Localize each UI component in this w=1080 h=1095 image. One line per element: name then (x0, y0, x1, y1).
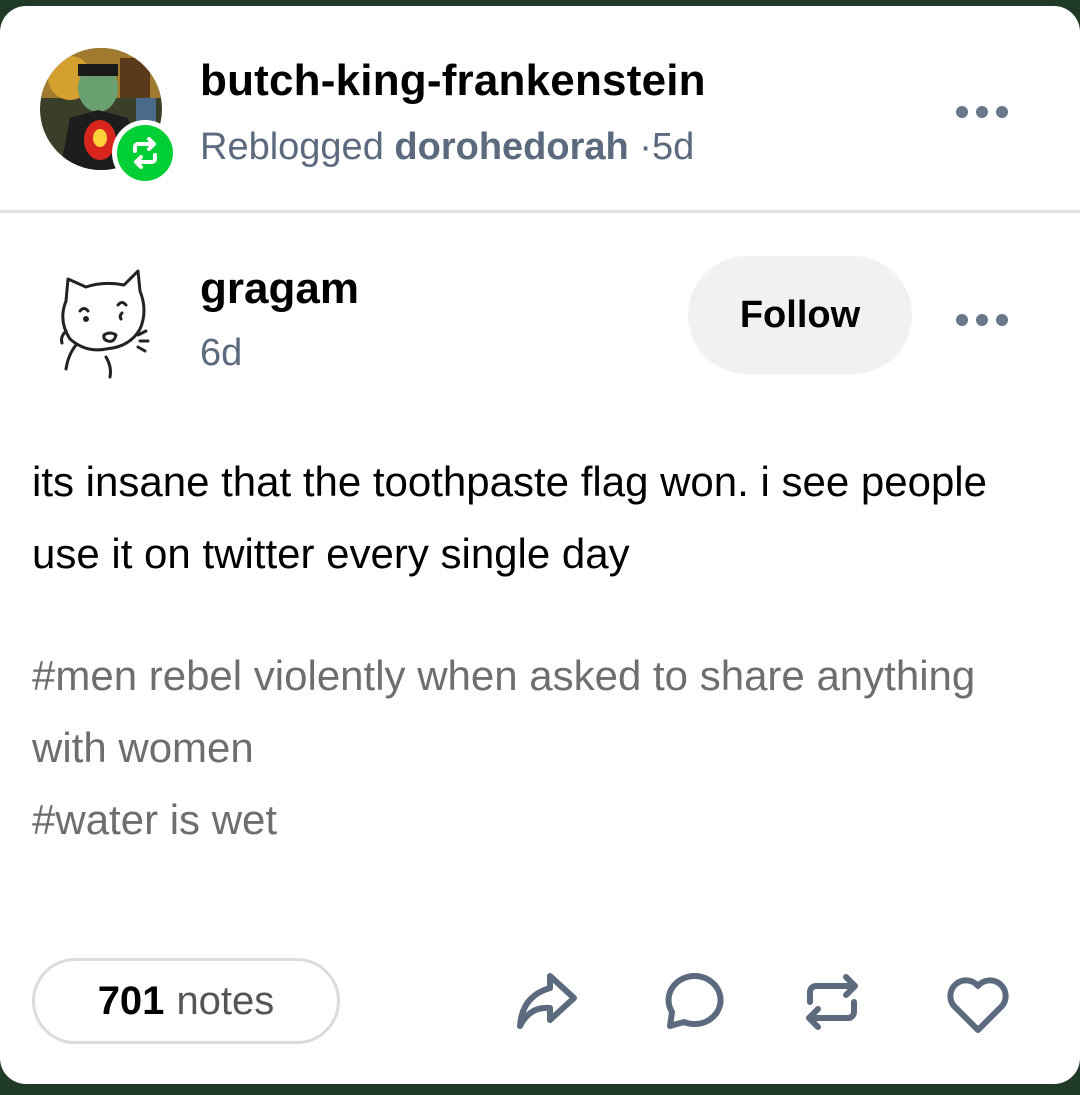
reblog-badge-icon (133, 137, 157, 169)
share-icon[interactable] (508, 962, 584, 1038)
post-body-text: its insane that the toothpaste flag won.… (32, 458, 987, 577)
separator-dot: · (639, 126, 652, 168)
like-icon[interactable] (940, 966, 1016, 1042)
notes-button[interactable]: 701 notes (32, 958, 340, 1044)
reblog-icon[interactable] (794, 964, 870, 1040)
reply-icon[interactable] (650, 964, 726, 1040)
notes-label: notes (176, 978, 275, 1023)
reblog-time: 5d (651, 126, 695, 168)
reblogger-username[interactable]: butch-king-frankenstein (200, 56, 706, 106)
post-tags: #men rebel violently when asked to share… (32, 640, 1042, 856)
reblog-header: butch-king-frankenstein Reblogged dorohe… (0, 6, 1080, 211)
notes-count: 701 (97, 978, 165, 1023)
tag-link[interactable]: #water is wet (32, 784, 1042, 856)
post-time: 6d (200, 332, 243, 374)
tag-link[interactable]: #men rebel violently when asked to share… (32, 640, 1042, 784)
reblog-badge (112, 120, 178, 186)
header-divider (0, 210, 1080, 213)
reblog-more-options-icon[interactable] (956, 106, 1008, 118)
post-card: butch-king-frankenstein Reblogged dorohe… (0, 6, 1080, 1084)
source-blog-link[interactable]: dorohedorah (394, 126, 628, 168)
poster-avatar[interactable] (46, 261, 166, 381)
reblog-info: Reblogged dorohedorah ·5d (200, 126, 694, 169)
reblogged-label: Reblogged (200, 126, 384, 168)
post-more-options-icon[interactable] (956, 314, 1008, 326)
poster-username[interactable]: gragam (200, 264, 359, 314)
follow-button[interactable]: Follow (688, 256, 912, 374)
